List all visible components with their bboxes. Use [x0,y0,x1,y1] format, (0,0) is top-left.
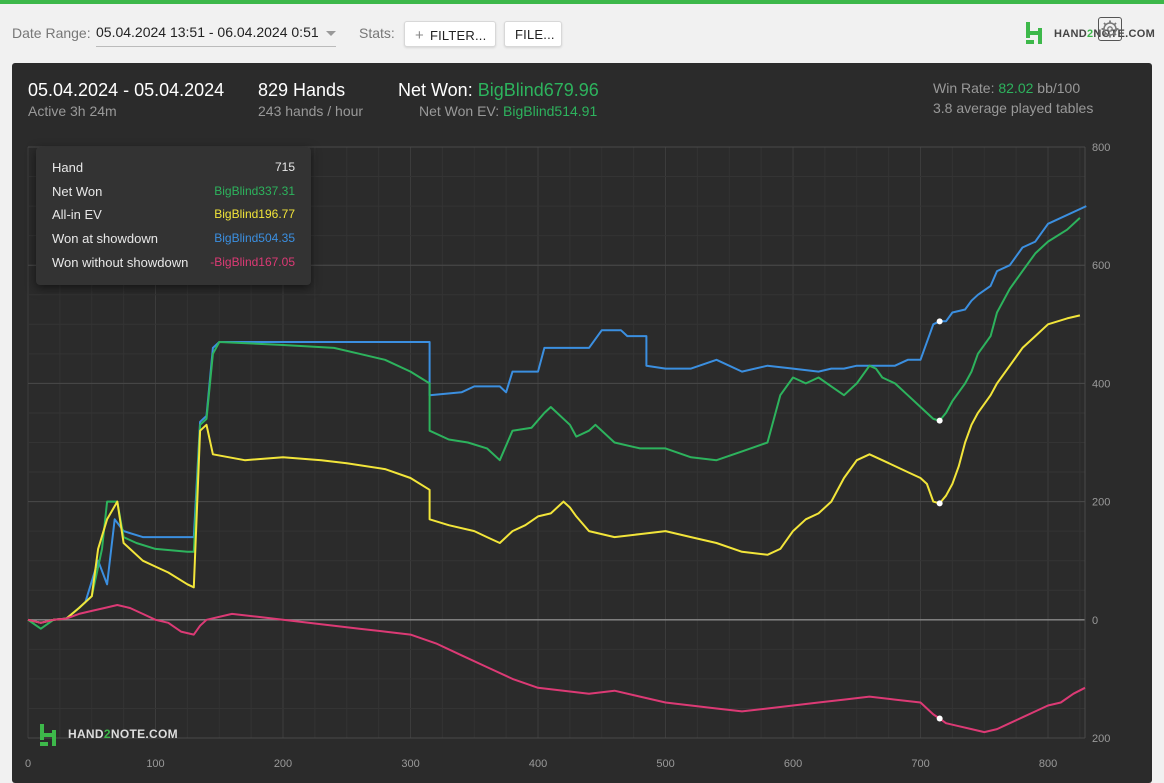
tooltip-label: Net Won [52,184,103,199]
tooltip-label: Won without showdown [52,255,189,270]
hand2note-logo-icon [40,724,56,746]
tooltip-label: All-in EV [52,207,102,222]
tooltip-value: BigBlind504.35 [214,231,295,245]
watermark-logo: HAND2NOTE.COM [38,723,178,746]
series-line-all-in-ev [27,314,1081,624]
tooltip-label: Hand [52,160,84,175]
tooltip-row: All-in EV BigBlind196.77 [52,207,295,227]
tooltip-row: Won at showdown BigBlind504.35 [52,231,295,251]
y-tick-label: 0 [1092,615,1098,627]
hover-point-marker [936,417,943,424]
marker-layer [936,318,943,722]
x-tick-label: 0 [25,758,31,770]
tooltip-row: Hand 715 [52,160,295,180]
hover-tooltip: Hand 715 Net Won BigBlind337.31 All-in EV B… [36,147,311,285]
hover-point-marker [936,500,943,507]
x-tick-label: 400 [529,758,547,770]
hover-point-marker [936,318,943,325]
x-tick-label: 700 [911,758,929,770]
hover-point-marker [936,715,943,722]
tooltip-row: Won without showdown -BigBlind167.05 [52,255,295,275]
x-tick-label: 300 [401,758,419,770]
tooltip-row: Net Won BigBlind337.31 [52,184,295,204]
x-tick-label: 500 [656,758,674,770]
x-tick-label: 100 [146,758,164,770]
x-tick-label: 600 [784,758,802,770]
y-tick-label: 200 [1092,497,1110,509]
tooltip-value: BigBlind196.77 [214,207,295,221]
watermark-text: HAND2NOTE.COM [68,727,178,741]
y-tick-label: 800 [1092,142,1110,154]
tooltip-value: -BigBlind167.05 [210,255,295,269]
y-tick-label: 200 [1092,733,1110,745]
x-tick-label: 200 [274,758,292,770]
y-tick-label: 600 [1092,260,1110,272]
series-layer [27,205,1087,734]
x-tick-label: 800 [1039,758,1057,770]
series-line-won-without-showdown [27,604,1086,734]
tooltip-value: 715 [274,160,295,174]
y-tick-label: 400 [1092,378,1110,390]
tooltip-label: Won at showdown [52,231,158,246]
tooltip-value: BigBlind337.31 [214,184,295,198]
profit-graph[interactable]: 800 600 400 200 0 200 0 100 200 300 400 500 600 700 80… [0,0,1164,783]
